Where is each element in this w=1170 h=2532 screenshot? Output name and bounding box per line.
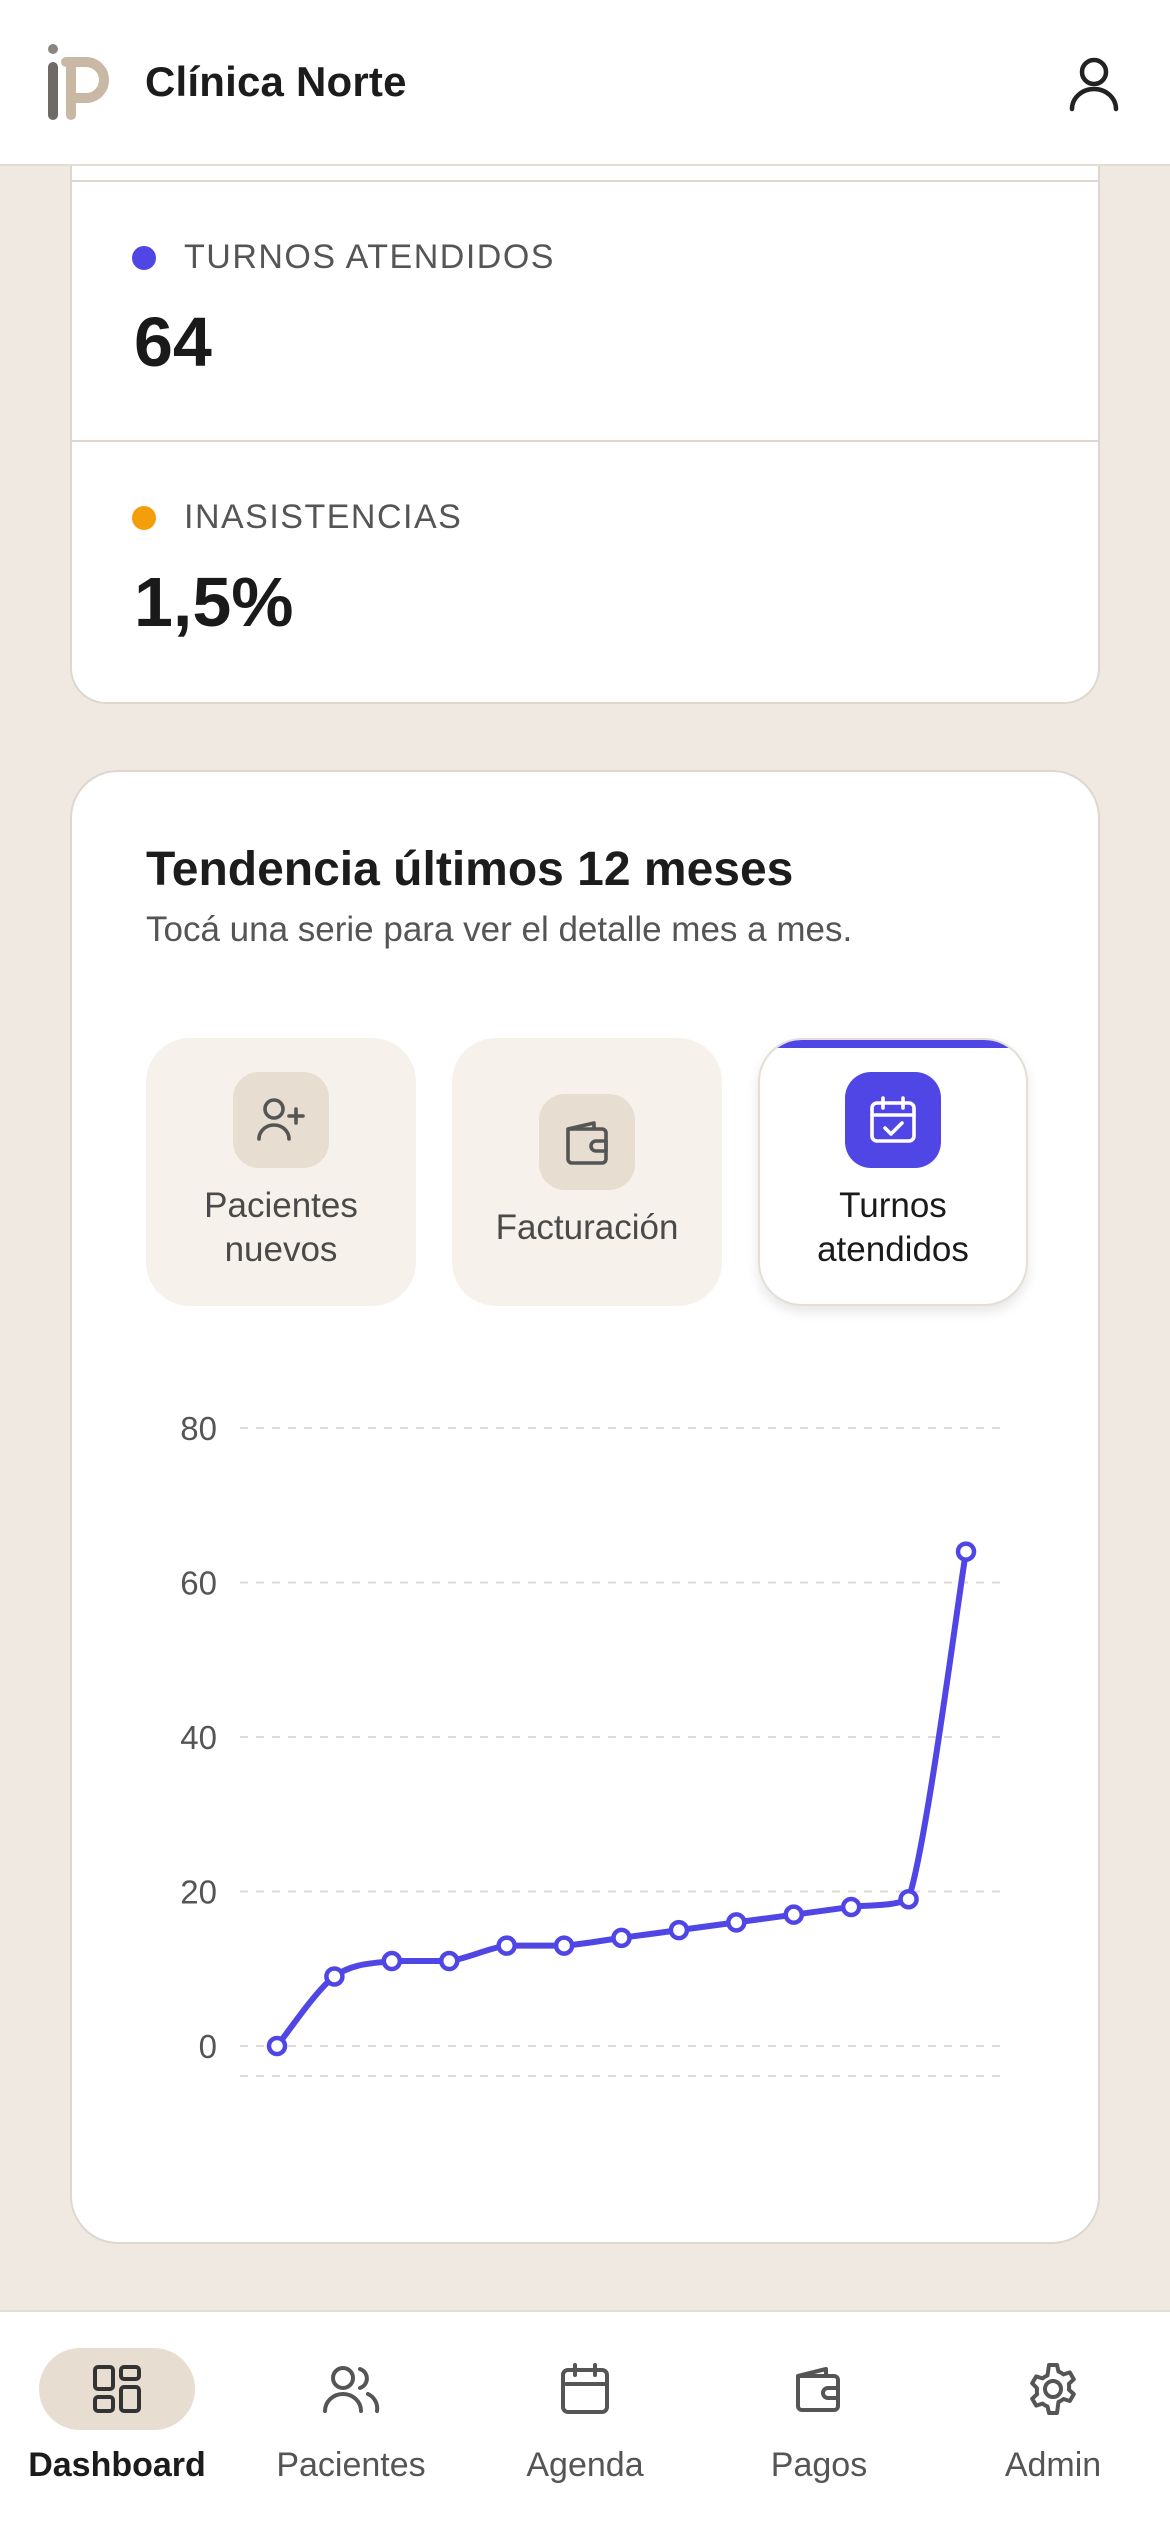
bottom-navigation: Dashboard Pacientes Agenda Pagos Admin [0,2310,1170,2532]
nav-item-pagos[interactable]: Pagos [702,2348,936,2498]
app-root: Clínica Norte TURNOS ATENDIDOS 64 INASIS… [0,0,1170,2532]
nav-label: Pacientes [276,2446,426,2484]
trend-subtitle: Tocá una serie para ver el detalle mes a… [146,910,853,949]
data-point [668,1919,690,1941]
tab-turnos-atendidos[interactable]: Turnos atendidos [758,1038,1028,1306]
user-plus-icon [257,1098,305,1141]
trend-line-chart[interactable]: 0 20 40 60 80 [72,1372,1102,2172]
stat-value: 1,5% [134,563,294,641]
tab-icon-bg [233,1072,329,1168]
tab-label: Pacientes nuevos [204,1186,358,1269]
data-point [955,1541,977,1562]
nav-label: Dashboard [28,2446,206,2484]
nav-icon-pill [975,2348,1131,2430]
y-tick-label: 60 [180,1565,217,1602]
data-point [381,1950,403,1972]
y-tick-label: 20 [180,1874,217,1911]
stat-inasistencias: INASISTENCIAS 1,5% [72,442,1098,702]
clinic-logo-icon [48,44,109,120]
data-point [898,1888,919,1910]
data-point [726,1912,747,1933]
calendar-icon [561,2363,609,2414]
stat-label: TURNOS ATENDIDOS [184,238,555,276]
stat-label: INASISTENCIAS [184,498,463,536]
dashboard-icon [93,2365,141,2413]
data-point [324,1966,345,1987]
data-point [496,1935,517,1956]
nav-item-admin[interactable]: Admin [936,2348,1170,2498]
nav-icon-pill [39,2348,195,2430]
nav-label: Admin [1004,2446,1102,2484]
data-point [783,1904,804,1925]
tab-icon-bg [539,1094,635,1190]
y-tick-label: 40 [180,1719,217,1756]
user-icon [1069,57,1119,112]
gear-icon [1030,2363,1076,2415]
nav-icon-pill [741,2348,897,2430]
nav-item-agenda[interactable]: Agenda [468,2348,702,2498]
nav-icon-pill [273,2348,429,2430]
users-icon [323,2366,380,2413]
tab-pacientes-nuevos[interactable]: Pacientes nuevos [146,1038,416,1306]
tab-label: Facturación [495,1208,679,1247]
wallet-icon [796,2367,840,2412]
clinic-name: Clínica Norte [145,58,407,105]
tab-label: Turnos atendidos [817,1186,969,1269]
data-point [840,1896,862,1918]
stat-dot-indigo [132,246,156,270]
nav-item-pacientes[interactable]: Pacientes [234,2348,468,2498]
app-header: Clínica Norte [0,0,1170,166]
nav-label: Pagos [770,2446,868,2484]
trend-card: Tendencia últimos 12 meses Tocá una seri… [70,770,1100,2244]
stat-value: 64 [134,303,212,381]
tab-icon-bg [845,1072,941,1168]
data-point [611,1927,632,1949]
y-tick-label: 0 [199,2028,217,2065]
tab-facturacion[interactable]: Facturación [452,1038,722,1306]
user-profile-button[interactable] [1058,48,1130,120]
series-line [274,1548,969,2049]
y-tick-label: 80 [180,1410,217,1447]
trend-title: Tendencia últimos 12 meses [146,843,794,896]
calendar-check-icon [870,1096,916,1143]
data-point [266,2035,288,2057]
data-point [439,1950,460,1972]
nav-icon-pill [507,2348,663,2430]
nav-item-dashboard[interactable]: Dashboard [0,2348,234,2498]
stat-turnos-atendidos: TURNOS ATENDIDOS 64 [72,180,1098,442]
stats-card: TURNOS ATENDIDOS 64 INASISTENCIAS 1,5% [70,100,1100,704]
stat-dot-amber [132,506,156,530]
nav-label: Agenda [526,2446,644,2484]
wallet-icon [566,1121,608,1165]
data-point [553,1935,575,1956]
